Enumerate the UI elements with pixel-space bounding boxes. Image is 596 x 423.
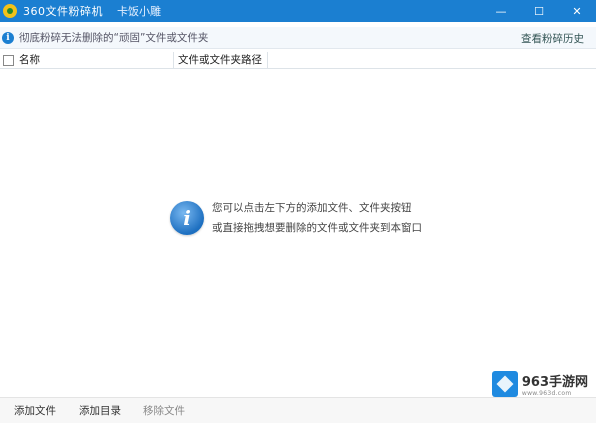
hint-lines: 您可以点击左下方的添加文件、文件夹按钮 或直接拖拽想要删除的文件或文件夹到本窗口 (212, 200, 422, 235)
add-file-button[interactable]: 添加文件 (14, 403, 56, 418)
notice-text: 彻底粉碎无法删除的“顽固”文件或文件夹 (19, 32, 209, 44)
window-controls: — ☐ ✕ (482, 0, 596, 22)
watermark-url: www.963d.com (521, 390, 572, 397)
info-icon: i (170, 200, 204, 235)
notice-bar: i 彻底粉碎无法删除的“顽固”文件或文件夹 查看粉碎历史 (0, 27, 596, 49)
add-directory-button[interactable]: 添加目录 (79, 403, 121, 418)
window-subtitle: 卡饭小雕 (117, 5, 161, 18)
close-button[interactable]: ✕ (558, 0, 596, 22)
table-header: 名称 文件或文件夹路径 (0, 51, 596, 69)
watermark: 963手游网 www.963d.com (491, 371, 588, 397)
column-header-name[interactable]: 名称 (19, 51, 174, 69)
title-bar: 360文件粉碎机 卡饭小雕 — ☐ ✕ (0, 0, 596, 22)
app-logo-icon (3, 4, 17, 18)
file-list-area[interactable]: i 您可以点击左下方的添加文件、文件夹按钮 或直接拖拽想要删除的文件或文件夹到本… (0, 70, 596, 396)
view-history-link[interactable]: 查看粉碎历史 (521, 31, 584, 46)
column-header-path[interactable]: 文件或文件夹路径 (178, 51, 268, 69)
select-all-checkbox[interactable] (3, 54, 14, 66)
footer-toolbar: 添加文件 添加目录 移除文件 (0, 397, 596, 423)
hint-line-2: 或直接拖拽想要删除的文件或文件夹到本窗口 (212, 222, 422, 234)
remove-file-button[interactable]: 移除文件 (143, 403, 185, 418)
watermark-logo-icon (491, 371, 518, 397)
watermark-title: 963手游网 (521, 375, 588, 390)
window-title: 360文件粉碎机 (23, 5, 103, 18)
minimize-button[interactable]: — (482, 0, 520, 22)
hint-line-1: 您可以点击左下方的添加文件、文件夹按钮 (212, 202, 412, 214)
watermark-text: 963手游网 www.963d.com (522, 371, 588, 397)
info-icon: i (2, 31, 14, 44)
empty-state-hint: i 您可以点击左下方的添加文件、文件夹按钮 或直接拖拽想要删除的文件或文件夹到本… (170, 200, 422, 235)
maximize-button[interactable]: ☐ (520, 0, 558, 22)
